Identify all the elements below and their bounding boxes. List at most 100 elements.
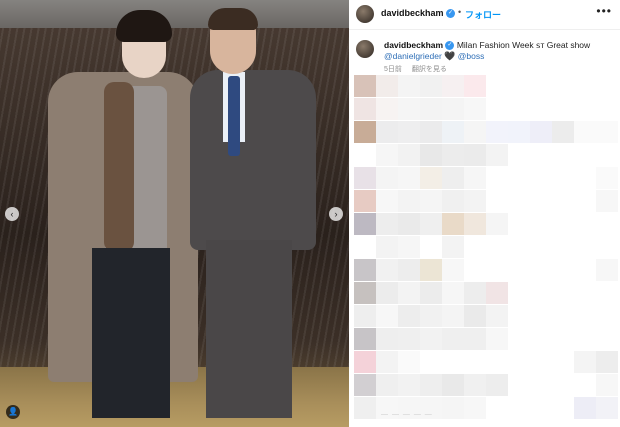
mosaic-cell — [442, 75, 464, 97]
mosaic-cell — [486, 190, 508, 212]
mosaic-cell — [508, 213, 530, 235]
mosaic-cell — [376, 259, 398, 281]
mosaic-cell — [508, 98, 530, 120]
mosaic-cell — [376, 75, 398, 97]
mosaic-cell — [420, 190, 442, 212]
mosaic-cell — [486, 374, 508, 396]
mosaic-cell — [596, 190, 618, 212]
mosaic-cell — [464, 98, 486, 120]
mosaic-cell — [574, 282, 596, 304]
scarf — [104, 82, 134, 252]
mosaic-cell — [508, 121, 530, 143]
mosaic-cell — [574, 236, 596, 258]
mosaic-cell — [398, 213, 420, 235]
mosaic-cell — [486, 305, 508, 327]
user-tag-button[interactable]: 👤 — [6, 405, 20, 419]
mosaic-cell — [508, 397, 530, 419]
mosaic-cell — [508, 190, 530, 212]
mosaic-cell — [552, 144, 574, 166]
follow-button[interactable]: フォロー — [465, 8, 501, 21]
mosaic-cell — [530, 190, 552, 212]
translate-link[interactable]: 翻訳を見る — [412, 66, 447, 73]
mosaic-cell — [552, 236, 574, 258]
mosaic-cell — [464, 75, 486, 97]
mosaic-cell — [464, 282, 486, 304]
mosaic-cell — [442, 259, 464, 281]
mosaic-cell — [552, 305, 574, 327]
header-username[interactable]: davidbeckham — [381, 8, 444, 18]
mosaic-cell — [596, 236, 618, 258]
mosaic-cell — [574, 328, 596, 350]
mosaic-cell — [420, 305, 442, 327]
mosaic-cell — [354, 328, 376, 350]
mosaic-cell — [464, 213, 486, 235]
mosaic-cell — [354, 190, 376, 212]
mosaic-cell — [574, 190, 596, 212]
mosaic-cell — [464, 236, 486, 258]
mosaic-cell — [508, 351, 530, 373]
mosaic-cell — [574, 259, 596, 281]
post-timestamp[interactable]: 5日前 — [384, 66, 402, 73]
mosaic-cell — [420, 121, 442, 143]
mosaic-cell — [552, 351, 574, 373]
mosaic-cell — [596, 121, 618, 143]
mosaic-cell — [508, 75, 530, 97]
blurred-comments-mosaic — [354, 75, 620, 427]
mosaic-cell — [596, 167, 618, 189]
mosaic-cell — [398, 351, 420, 373]
mosaic-cell — [442, 328, 464, 350]
trousers-right — [206, 240, 292, 418]
prev-photo-button[interactable]: ‹ — [5, 207, 19, 221]
mosaic-cell — [398, 167, 420, 189]
mosaic-cell — [376, 167, 398, 189]
mention-boss[interactable]: @boss — [458, 51, 485, 61]
caption-username[interactable]: davidbeckham — [384, 40, 443, 50]
mosaic-cell — [596, 351, 618, 373]
mosaic-cell — [376, 374, 398, 396]
mosaic-cell — [508, 236, 530, 258]
mosaic-cell — [420, 98, 442, 120]
mosaic-cell — [420, 374, 442, 396]
mosaic-cell — [442, 351, 464, 373]
mosaic-cell — [508, 328, 530, 350]
mosaic-cell — [530, 351, 552, 373]
mosaic-cell — [354, 121, 376, 143]
caption-meta: 5日前 翻訳を見る — [384, 64, 447, 74]
mosaic-cell — [486, 98, 508, 120]
mosaic-cell — [552, 259, 574, 281]
mosaic-cell — [508, 144, 530, 166]
mosaic-cell — [354, 75, 376, 97]
mosaic-cell — [574, 167, 596, 189]
mosaic-cell — [398, 98, 420, 120]
mosaic-cell — [398, 328, 420, 350]
mosaic-cell — [398, 75, 420, 97]
post-sidebar: davidbeckham ✓ • フォロー ••• davidbeckham ✓… — [349, 0, 620, 427]
mosaic-cell — [486, 351, 508, 373]
next-photo-button[interactable]: › — [329, 207, 343, 221]
mosaic-cell — [508, 282, 530, 304]
mosaic-cell — [486, 236, 508, 258]
trousers-left — [92, 248, 170, 418]
mosaic-cell — [464, 397, 486, 419]
mosaic-cell — [420, 236, 442, 258]
mosaic-cell — [464, 328, 486, 350]
mosaic-cell — [398, 121, 420, 143]
mosaic-cell — [552, 167, 574, 189]
mosaic-cell — [574, 144, 596, 166]
mosaic-cell — [574, 397, 596, 419]
backdrop-sign — [0, 0, 349, 28]
mosaic-cell — [574, 305, 596, 327]
avatar[interactable] — [356, 5, 374, 23]
mosaic-cell — [420, 328, 442, 350]
mosaic-cell — [596, 397, 618, 419]
post-photo[interactable]: ‹ › 👤 — [0, 0, 349, 427]
mosaic-cell — [508, 259, 530, 281]
caption-avatar[interactable] — [356, 40, 374, 58]
mosaic-cell — [442, 236, 464, 258]
mosaic-cell — [596, 75, 618, 97]
mosaic-cell — [442, 374, 464, 396]
more-options-icon[interactable]: ••• — [596, 4, 612, 18]
chevron-left-icon: ‹ — [10, 209, 14, 219]
mention-danielgrieder[interactable]: @danielgrieder — [384, 51, 442, 61]
mosaic-cell — [530, 121, 552, 143]
